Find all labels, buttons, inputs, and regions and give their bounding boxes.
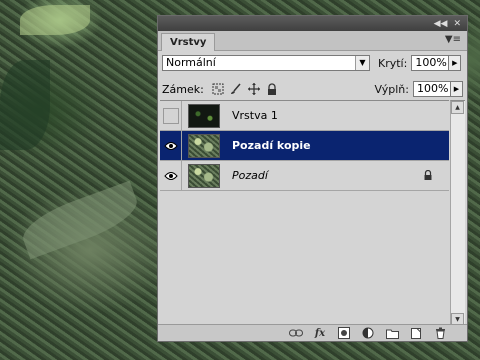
fill-slider-button[interactable]: ▶ bbox=[451, 81, 463, 97]
trash-icon[interactable] bbox=[433, 327, 447, 339]
layer-name[interactable]: Pozadí bbox=[232, 169, 268, 182]
panel-menu-icon[interactable]: ▼≡ bbox=[445, 34, 461, 45]
visibility-toggle[interactable] bbox=[160, 101, 182, 130]
panel-titlebar: ◀◀ ✕ bbox=[158, 16, 467, 31]
tab-row: Vrstvy ▼≡ bbox=[158, 31, 467, 51]
close-icon[interactable]: ✕ bbox=[453, 19, 461, 29]
lock-brush-icon[interactable] bbox=[230, 83, 242, 95]
visibility-toggle[interactable] bbox=[160, 161, 182, 190]
opacity-slider-button[interactable]: ▶ bbox=[449, 55, 462, 71]
layers-list: Vrstva 1 Pozadí kopie Pozadí bbox=[160, 100, 449, 326]
layers-scrollbar[interactable]: ▲ ▼ bbox=[450, 100, 465, 326]
layer-row[interactable]: Vrstva 1 bbox=[160, 101, 449, 131]
mask-icon[interactable] bbox=[337, 327, 351, 339]
background-photo bbox=[20, 5, 90, 35]
layer-row[interactable]: Pozadí bbox=[160, 161, 449, 191]
opacity-input[interactable]: 100% bbox=[411, 55, 450, 71]
background-leaf bbox=[0, 60, 50, 150]
link-icon[interactable] bbox=[289, 327, 303, 339]
blend-mode-select[interactable]: Normální ▼ bbox=[162, 55, 370, 71]
group-folder-icon[interactable] bbox=[385, 327, 399, 339]
visibility-toggle[interactable] bbox=[160, 131, 182, 160]
adjustment-icon[interactable] bbox=[361, 327, 375, 339]
opacity-label: Krytí: bbox=[378, 56, 408, 70]
layer-name[interactable]: Pozadí kopie bbox=[232, 139, 311, 152]
tab-layers[interactable]: Vrstvy bbox=[161, 33, 216, 51]
new-layer-icon[interactable] bbox=[409, 327, 423, 339]
layer-thumbnail bbox=[188, 163, 220, 188]
chevron-down-icon[interactable]: ▼ bbox=[355, 56, 369, 70]
layer-thumbnail bbox=[188, 133, 220, 158]
layer-name[interactable]: Vrstva 1 bbox=[232, 109, 278, 122]
eye-icon bbox=[163, 171, 178, 180]
layer-row[interactable]: Pozadí kopie bbox=[160, 131, 449, 161]
lock-icon bbox=[424, 170, 432, 180]
lock-transparent-icon[interactable] bbox=[212, 83, 224, 95]
lock-fill-row: Zámek: Výplň: 100% ▶ bbox=[162, 79, 463, 99]
lock-all-icon[interactable] bbox=[266, 83, 278, 95]
lock-move-icon[interactable] bbox=[247, 83, 260, 95]
blend-mode-value: Normální bbox=[166, 56, 216, 69]
blend-opacity-row: Normální ▼ Krytí: 100% ▶ bbox=[162, 53, 463, 73]
fx-icon[interactable]: fx bbox=[313, 327, 327, 339]
collapse-icon[interactable]: ◀◀ bbox=[434, 19, 448, 29]
fill-input[interactable]: 100% bbox=[413, 81, 451, 97]
fill-label: Výplň: bbox=[374, 82, 409, 96]
eye-icon bbox=[163, 141, 178, 150]
scroll-up-icon[interactable]: ▲ bbox=[451, 101, 464, 114]
layers-panel: ◀◀ ✕ Vrstvy ▼≡ Normální ▼ Krytí: 100% ▶ … bbox=[157, 15, 468, 342]
layer-thumbnail bbox=[188, 103, 220, 128]
lock-label: Zámek: bbox=[162, 82, 204, 96]
panel-bottom-bar: fx bbox=[158, 324, 467, 341]
background-leaf bbox=[16, 180, 144, 260]
